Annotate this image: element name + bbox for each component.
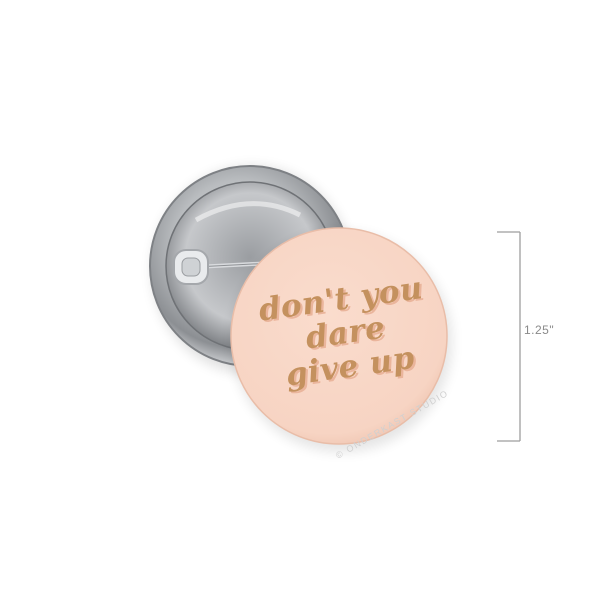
product-photo: don't you dare give up 1.25" © ONDERKAST… (0, 0, 600, 600)
size-label: 1.25" (524, 323, 555, 337)
size-measure-bracket (497, 231, 521, 442)
